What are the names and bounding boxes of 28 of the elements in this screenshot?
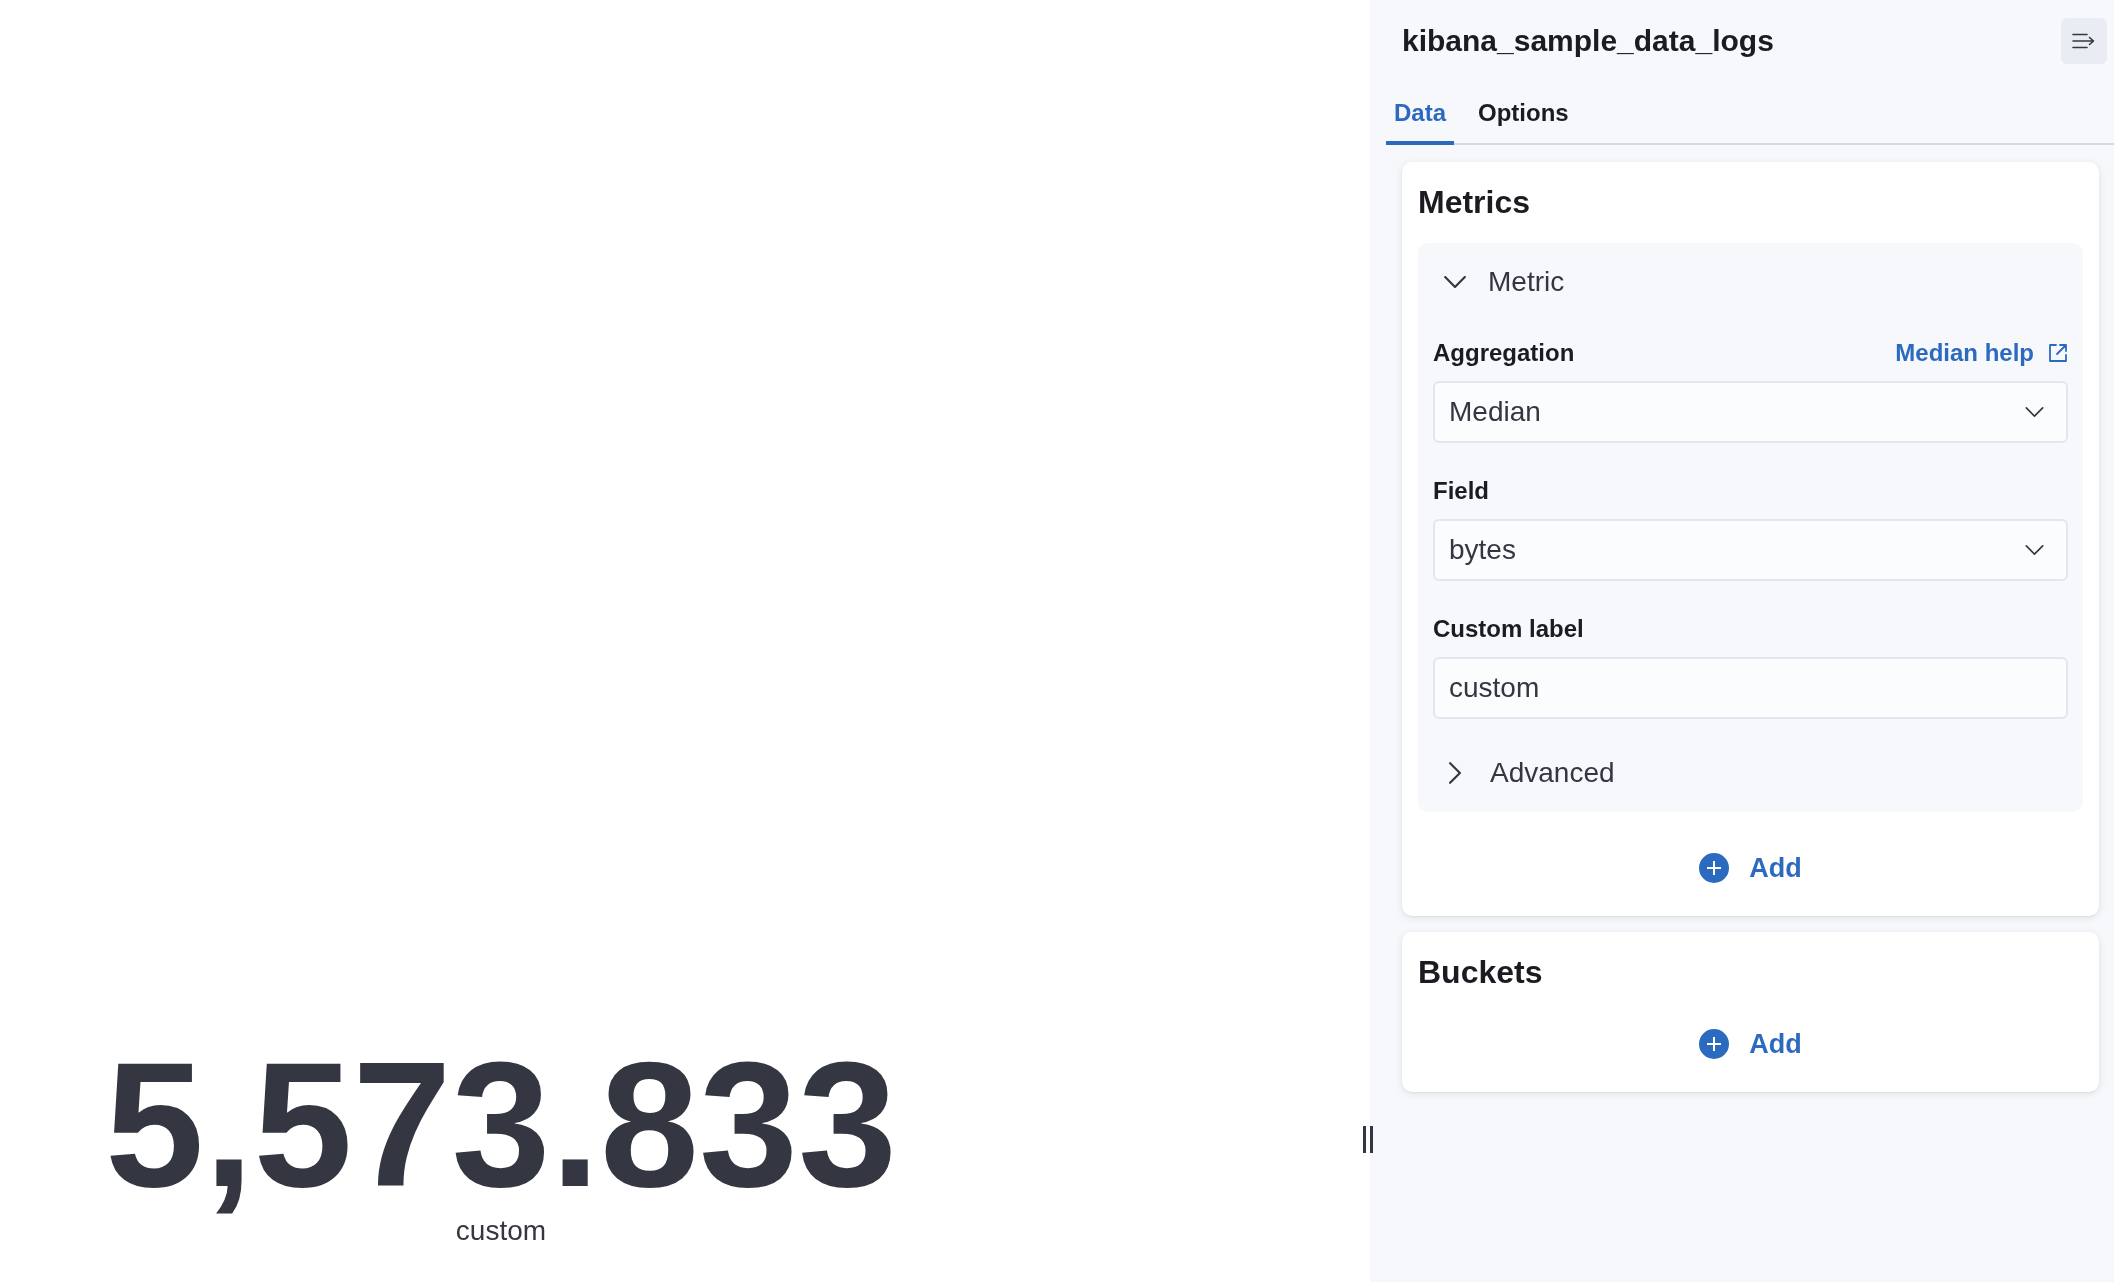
collapse-sidebar-button[interactable] bbox=[2061, 18, 2107, 64]
external-link-icon bbox=[2048, 343, 2068, 363]
field-label: Custom label bbox=[1433, 614, 1584, 644]
field-label: Aggregation bbox=[1433, 338, 1575, 368]
section-heading: Buckets bbox=[1418, 953, 1544, 992]
metric-value: 5,573.833 bbox=[105, 1036, 897, 1214]
plus-circle-icon bbox=[1699, 1029, 1730, 1059]
section-heading: Metrics bbox=[1418, 183, 1532, 222]
chevron-down-icon bbox=[2025, 407, 2044, 417]
add-button[interactable]: Add bbox=[1691, 840, 1810, 896]
accordion-toggle[interactable]: Advanced bbox=[1433, 750, 1615, 796]
dropdown-select[interactable]: Median bbox=[1433, 381, 2068, 443]
dropdown-select[interactable]: bytes bbox=[1433, 519, 2068, 581]
tab[interactable]: Options bbox=[1470, 83, 1577, 145]
chevron-down-icon bbox=[1444, 276, 1466, 288]
field-label: Field bbox=[1433, 476, 1489, 506]
chevron-right-icon bbox=[1449, 762, 1461, 784]
index-pattern-title: kibana_sample_data_logs bbox=[1402, 24, 1774, 58]
text-input[interactable]: custom bbox=[1433, 657, 2068, 719]
chevron-down-icon bbox=[2025, 545, 2044, 555]
accordion-toggle[interactable]: Metric bbox=[1433, 259, 1565, 305]
metric-label: custom bbox=[455, 1214, 547, 1248]
tab[interactable]: Data bbox=[1386, 83, 1455, 145]
help-link[interactable]: Median help bbox=[1895, 336, 2068, 370]
resize-handle[interactable] bbox=[1363, 1126, 1373, 1153]
add-button[interactable]: Add bbox=[1691, 1016, 1810, 1072]
plus-circle-icon bbox=[1699, 853, 1730, 883]
collapse-icon bbox=[2072, 33, 2096, 49]
